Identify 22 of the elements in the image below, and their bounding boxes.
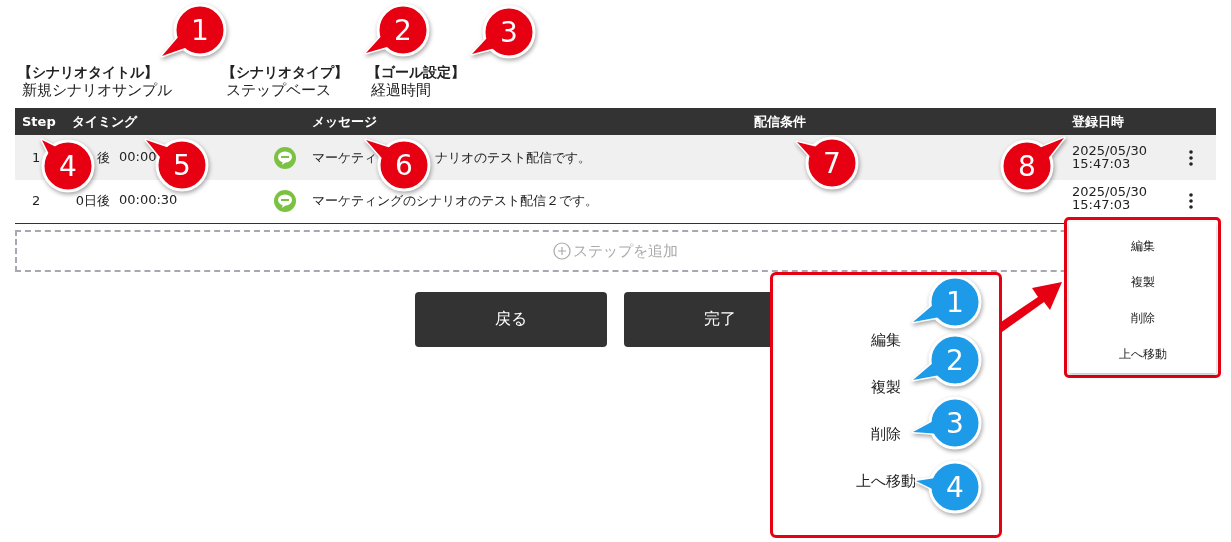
field-label: 【ゴール設定】 [367,63,465,81]
table-cell: マーケティ [312,148,377,167]
column-header: メッセージ [311,112,377,131]
table-cell: ナリオのテスト配信です。 [435,148,591,167]
table-cell-text: 00:00 [119,148,157,166]
table-cell-text: 2 [31,193,41,208]
field-value: ステップベース [226,81,331,100]
field-label: 【シナリオタイプ】 [222,63,348,81]
table-cell-text: 0日後 [74,191,110,210]
table-cell-text: 後 [96,148,110,167]
table-cell-text: 2025/05/30 15:47:03 [1071,144,1148,170]
table-cell: マーケティングのシナリオのテスト配信２です。 [312,191,598,210]
column-header: 登録日時 [1071,112,1124,131]
column-header: タイミング [71,112,137,131]
field-value: 新規シナリオサンプル [22,81,172,100]
table-cell-text: 2025/05/30 15:47:03 [1071,185,1148,211]
column-header: 配信条件 [754,112,806,131]
table-cell-text: 00:00:30 [119,191,178,209]
field-value: 経過時間 [371,81,431,100]
field-label: 【シナリオタイトル】 [18,63,158,81]
column-header: Step [21,114,56,129]
table-cell-text: 1 [31,150,41,165]
